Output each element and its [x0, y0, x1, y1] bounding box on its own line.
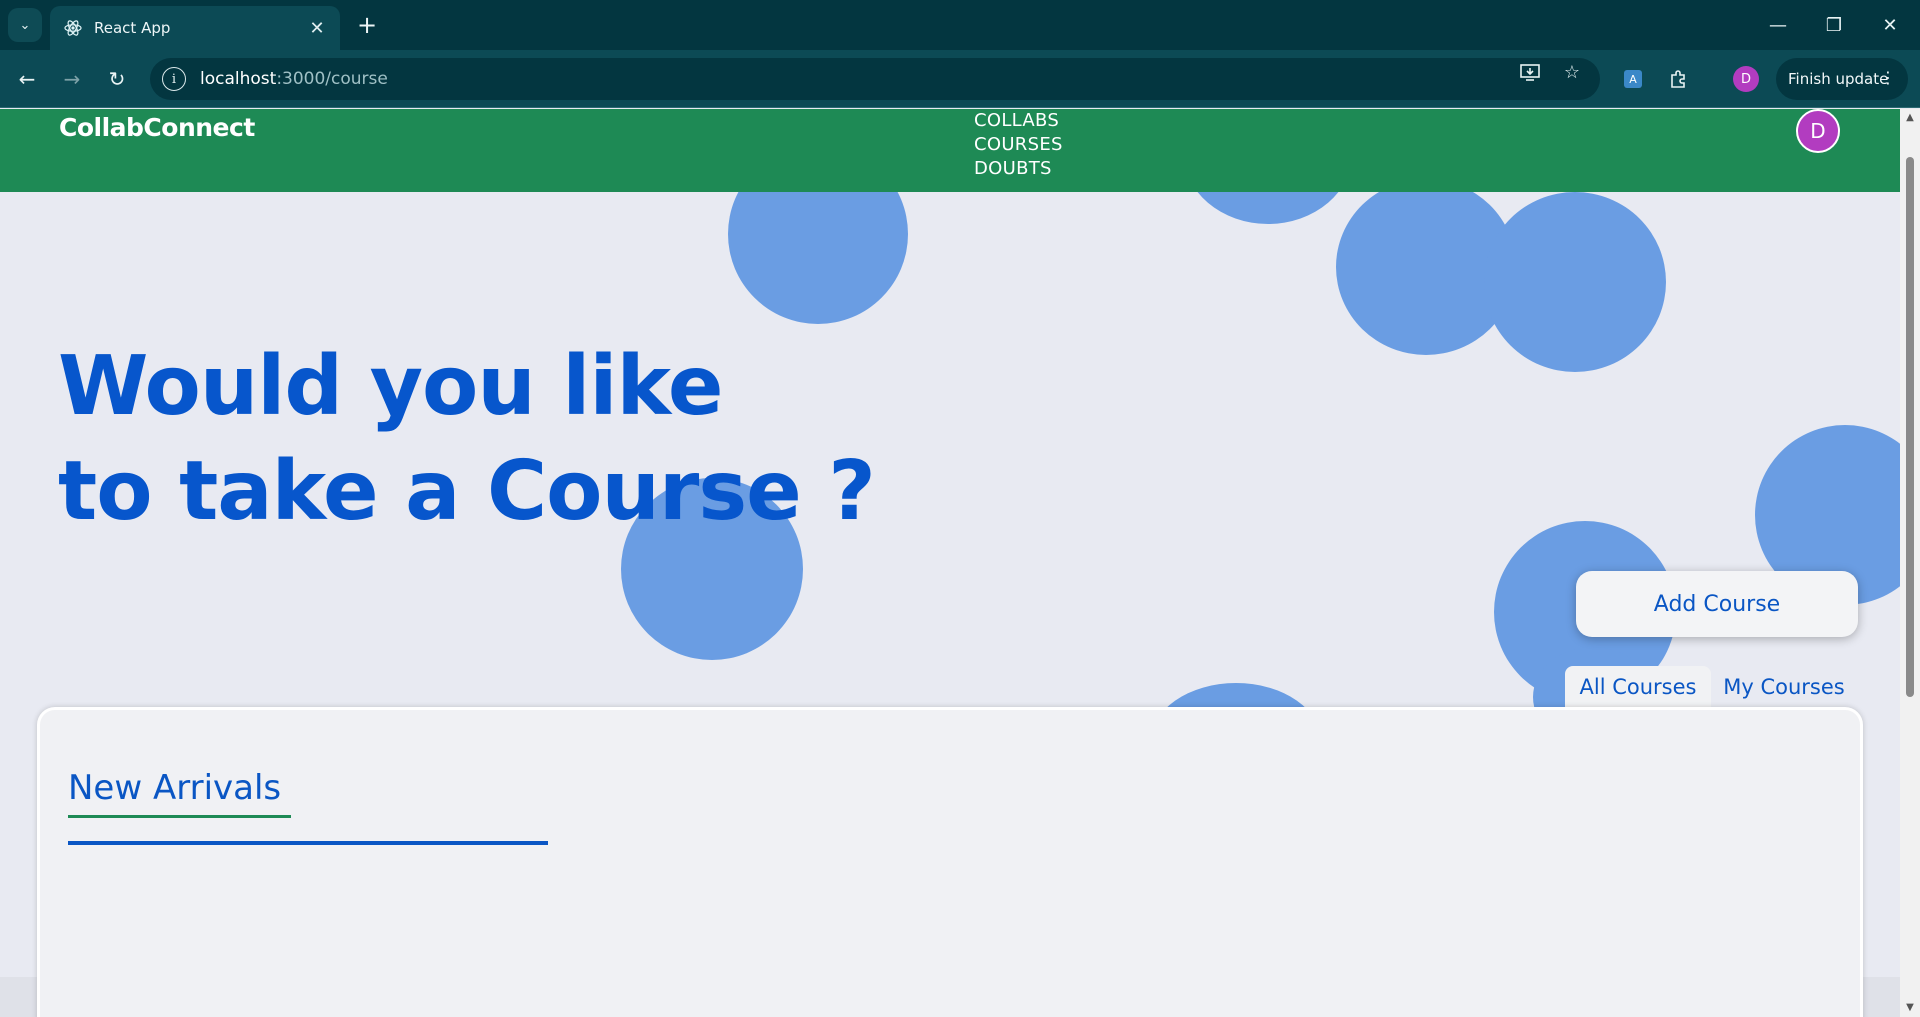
- scroll-down-icon[interactable]: ▼: [1904, 1002, 1916, 1014]
- user-avatar[interactable]: D: [1796, 109, 1840, 153]
- back-icon[interactable]: ←: [10, 62, 44, 96]
- finish-update-label: Finish update: [1788, 70, 1889, 88]
- url-host: localhost: [200, 69, 277, 89]
- tab-title: React App: [94, 19, 171, 37]
- minimize-icon[interactable]: —: [1750, 0, 1806, 50]
- install-app-icon[interactable]: [1518, 60, 1542, 84]
- nav-doubts[interactable]: DOUBTS: [974, 157, 1063, 181]
- section-divider: [68, 841, 548, 845]
- forward-icon[interactable]: →: [55, 62, 89, 96]
- translate-extension-icon[interactable]: A: [1620, 66, 1646, 92]
- tab-search-button[interactable]: ⌄: [8, 8, 42, 42]
- main-nav: COLLABS COURSES DOUBTS: [974, 109, 1063, 181]
- page-scrollbar[interactable]: ▲ ▼: [1900, 109, 1920, 1017]
- finish-update-button[interactable]: Finish update ⋮: [1776, 58, 1908, 100]
- tab-all-courses[interactable]: All Courses: [1565, 666, 1711, 708]
- section-title: New Arrivals: [68, 768, 282, 808]
- add-course-button[interactable]: Add Course: [1576, 571, 1858, 637]
- courses-panel: New Arrivals: [37, 707, 1863, 1017]
- window-close-icon[interactable]: ✕: [1862, 0, 1918, 50]
- chevron-down-icon: ⌄: [19, 17, 31, 33]
- bookmark-star-icon[interactable]: ☆: [1560, 60, 1584, 84]
- restore-icon[interactable]: ❐: [1806, 0, 1862, 50]
- scroll-up-icon[interactable]: ▲: [1904, 112, 1916, 124]
- section-title-underline: [68, 815, 291, 818]
- address-bar[interactable]: i localhost:3000/course: [150, 58, 1600, 100]
- react-icon: [62, 17, 84, 39]
- brand-logo[interactable]: CollabConnect: [59, 113, 255, 142]
- browser-tabstrip: ⌄ React App ✕ + — ❐ ✕: [0, 0, 1920, 50]
- hero-title: Would you like to take a Course ?: [58, 334, 876, 544]
- hero-title-line2: to take a Course ?: [58, 444, 876, 539]
- hero-title-line1: Would you like: [58, 339, 723, 434]
- site-info-icon[interactable]: i: [162, 67, 186, 91]
- decor-bubble: [1484, 192, 1666, 372]
- nav-courses[interactable]: COURSES: [974, 133, 1063, 157]
- tab-my-courses[interactable]: My Courses: [1720, 666, 1848, 708]
- browser-profile-avatar[interactable]: D: [1733, 66, 1759, 92]
- browser-tab[interactable]: React App ✕: [50, 6, 340, 50]
- close-tab-icon[interactable]: ✕: [306, 18, 328, 39]
- reload-icon[interactable]: ↻: [100, 62, 134, 96]
- scrollbar-thumb[interactable]: [1906, 157, 1914, 697]
- app-header: CollabConnect COLLABS COURSES DOUBTS D: [0, 109, 1900, 192]
- page-viewport: CollabConnect COLLABS COURSES DOUBTS D W…: [0, 109, 1900, 1017]
- new-tab-button[interactable]: +: [352, 10, 382, 40]
- url-path: :3000/course: [276, 69, 388, 89]
- svg-text:A: A: [1629, 73, 1637, 86]
- nav-collabs[interactable]: COLLABS: [974, 109, 1063, 133]
- more-menu-icon[interactable]: ⋮: [1880, 68, 1896, 87]
- extensions-puzzle-icon[interactable]: [1666, 66, 1692, 92]
